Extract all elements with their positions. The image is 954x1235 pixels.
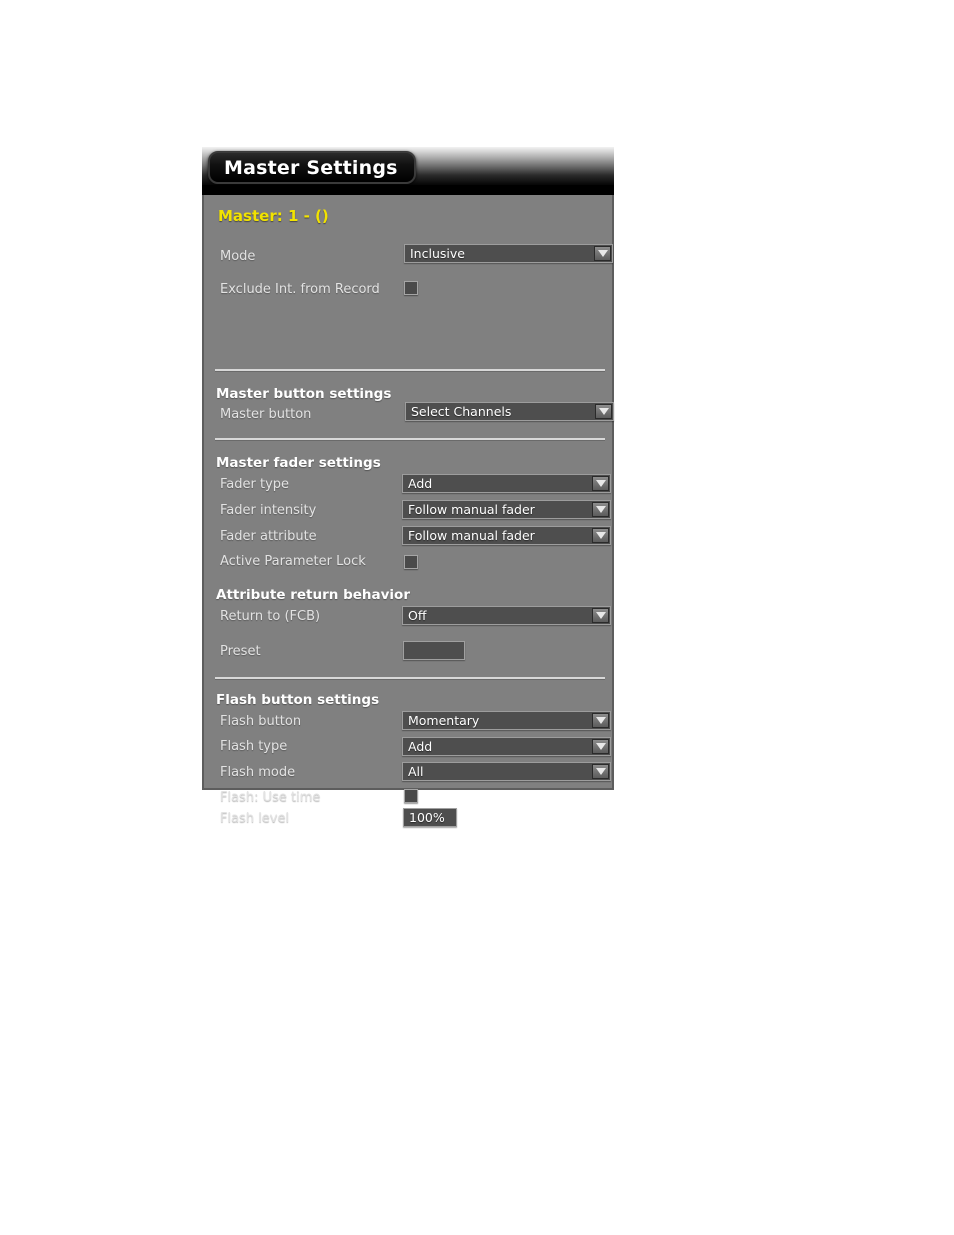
row-label-flash-button: Flash button (220, 714, 302, 729)
fader-intensity-dropdown-value: Follow manual fader (408, 502, 535, 517)
panel-body: Master: 1 - () Mode Inclusive Exclude In… (202, 195, 614, 827)
chevron-down-icon[interactable] (592, 608, 609, 623)
flash-level-field[interactable]: 100% (403, 808, 457, 827)
chevron-down-icon[interactable] (594, 246, 611, 261)
section-heading-master-button-settings: Master button settings (216, 386, 392, 402)
row-label-active-parameter-lock: Active Parameter Lock (220, 554, 366, 569)
row-label-preset: Preset (220, 644, 261, 659)
return-to-fcb-dropdown-value: Off (408, 608, 427, 623)
row-label-fader-intensity: Fader intensity (220, 503, 317, 518)
fader-intensity-dropdown[interactable]: Follow manual fader (402, 500, 611, 519)
section-heading-master-fader-settings: Master fader settings (216, 455, 381, 471)
master-button-dropdown[interactable]: Select Channels (405, 402, 614, 421)
row-label-fader-attribute: Fader attribute (220, 529, 317, 544)
row-label-flash-use-time: Flash: Use time (220, 790, 321, 805)
chevron-down-icon[interactable] (592, 713, 609, 728)
return-to-fcb-dropdown[interactable]: Off (402, 606, 611, 625)
master-id-label: Master: 1 - () (218, 207, 329, 225)
flash-mode-dropdown[interactable]: All (402, 762, 611, 781)
chevron-down-icon[interactable] (595, 404, 612, 419)
master-button-dropdown-value: Select Channels (411, 404, 512, 419)
fader-attribute-dropdown[interactable]: Follow manual fader (402, 526, 611, 545)
section-divider-3 (215, 677, 605, 679)
flash-type-dropdown-value: Add (408, 739, 433, 754)
fader-attribute-dropdown-value: Follow manual fader (408, 528, 535, 543)
flash-button-dropdown-value: Momentary (408, 713, 480, 728)
mode-dropdown[interactable]: Inclusive (404, 244, 613, 263)
row-label-flash-level: Flash level (220, 811, 290, 826)
row-label-fader-type: Fader type (220, 477, 290, 492)
row-label-flash-mode: Flash mode (220, 765, 296, 780)
exclude-int-from-record-checkbox[interactable] (404, 281, 418, 295)
section-heading-attribute-return-behavior: Attribute return behavior (216, 587, 410, 603)
row-label-exclude-int-from-record: Exclude Int. from Record (220, 282, 380, 297)
fader-type-dropdown[interactable]: Add (402, 474, 611, 493)
flash-button-dropdown[interactable]: Momentary (402, 711, 611, 730)
title-tab[interactable]: Master Settings (208, 151, 416, 184)
master-settings-panel: Master Settings Master: 1 - () Mode Incl… (202, 147, 614, 827)
chevron-down-icon[interactable] (592, 476, 609, 491)
mode-dropdown-value: Inclusive (410, 246, 465, 261)
section-divider-2 (215, 438, 605, 440)
flash-use-time-checkbox[interactable] (404, 789, 418, 803)
preset-field[interactable] (403, 641, 465, 660)
chevron-down-icon[interactable] (592, 528, 609, 543)
row-label-return-to-fcb: Return to (FCB) (220, 609, 321, 624)
flash-mode-dropdown-value: All (408, 764, 424, 779)
chevron-down-icon[interactable] (592, 739, 609, 754)
flash-type-dropdown[interactable]: Add (402, 737, 611, 756)
section-heading-flash-button-settings: Flash button settings (216, 692, 380, 708)
row-label-flash-type: Flash type (220, 739, 288, 754)
row-label-master-button: Master button (220, 407, 312, 422)
chevron-down-icon[interactable] (592, 502, 609, 517)
panel-titlebar: Master Settings (202, 147, 614, 195)
titlebar-bottom-shadow (202, 185, 614, 195)
chevron-down-icon[interactable] (592, 764, 609, 779)
row-label-mode: Mode (220, 249, 256, 264)
fader-type-dropdown-value: Add (408, 476, 433, 491)
active-parameter-lock-checkbox[interactable] (404, 555, 418, 569)
panel-title: Master Settings (224, 156, 398, 179)
section-divider-1 (215, 369, 605, 371)
